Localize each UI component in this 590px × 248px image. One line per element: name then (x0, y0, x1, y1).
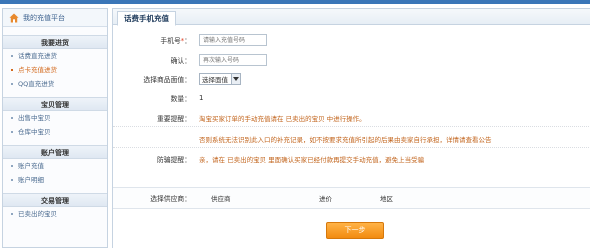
supplier-col-region: 地区 (380, 195, 393, 203)
sidebar-home-link[interactable]: 我的充值平台 (3, 9, 107, 27)
phone-label: 手机号*： (113, 35, 195, 45)
sidebar-item-on-sale[interactable]: 出售中宝贝 (3, 111, 107, 125)
sidebar-item-label: 已卖出的宝贝 (18, 210, 57, 218)
quantity-value: 1 (199, 94, 204, 102)
supplier-col-price: 进价 (319, 195, 332, 203)
top-bar (0, 0, 590, 4)
important-row: 重要提醒： 淘宝买家订单的手动充值请在 已卖出的宝贝 中进行操作。 (113, 113, 590, 123)
sidebar-section-title-account: 账户管理 (3, 145, 107, 159)
sidebar-section-title-purchase: 我要进货 (3, 35, 107, 49)
sidebar-item-label: 话费直充进货 (18, 52, 57, 60)
face-value-row: 选择商品面值： 选择面值 (113, 73, 590, 85)
main-panel: 话费手机充值 手机号*： 确认： 选择商品面值： 选择面值 数量： 1 重要提醒… (112, 8, 590, 248)
supplier-label: 选择供应商： (150, 195, 191, 203)
phone-row: 手机号*： (113, 34, 590, 46)
sidebar-item-in-warehouse[interactable]: 仓库中宝贝 (3, 125, 107, 139)
tab-phone-recharge[interactable]: 话费手机充值 (117, 11, 176, 26)
quantity-label: 数量： (170, 95, 191, 103)
bullet-icon (11, 69, 13, 71)
phone-label-colon: ： (184, 37, 191, 45)
supplier-col-name: 供应商 (211, 195, 231, 203)
separator (113, 126, 590, 127)
sidebar-section-title-trade: 交易管理 (3, 193, 107, 207)
confirm-row: 确认： (113, 54, 590, 66)
quantity-row: 数量： 1 (113, 93, 590, 103)
sidebar-item-phone-recharge[interactable]: 话费直充进货 (3, 49, 107, 63)
face-value-selected: 选择面值 (202, 76, 228, 84)
sidebar-item-label: 账户明细 (18, 176, 44, 184)
sidebar-item-label: 账户充值 (18, 162, 44, 170)
important-label: 重要提醒： (157, 115, 191, 123)
sidebar-item-qq-recharge[interactable]: QQ直充进货 (3, 77, 107, 91)
bullet-icon (11, 83, 13, 85)
sidebar-item-account-recharge[interactable]: 账户充值 (3, 159, 107, 173)
tab-bar: 话费手机充值 (113, 9, 590, 26)
supplier-row: 选择供应商： 供应商 进价 地区 (113, 187, 590, 209)
sidebar: 我的充值平台 我要进货 话费直充进货 点卡充值进货 QQ直充进货 宝贝管理 出售… (2, 8, 108, 248)
next-button[interactable]: 下一步 (326, 222, 384, 239)
phone-label-text: 手机号 (160, 37, 181, 45)
fraud-note: 亲，请在 已卖出的宝贝 里面确认买家已经付款再提交手动充值，避免上当受骗 (199, 156, 425, 164)
separator (113, 147, 590, 148)
sidebar-item-card-recharge[interactable]: 点卡充值进货 (3, 63, 107, 77)
bullet-icon (11, 179, 13, 181)
sidebar-section-title-items: 宝贝管理 (3, 97, 107, 111)
phone-input[interactable] (199, 34, 267, 46)
fraud-row: 防骗提醒： 亲，请在 已卖出的宝贝 里面确认买家已经付款再提交手动充值，避免上当… (113, 154, 590, 164)
confirm-phone-input[interactable] (199, 54, 267, 66)
sidebar-item-sold-items[interactable]: 已卖出的宝贝 (3, 207, 107, 221)
sidebar-item-label: 点卡充值进货 (18, 66, 57, 74)
important-row-2: 否则系统无法识别此入口的补充记录，如不按要求充值所引起的后果由卖家自行承担，详情… (113, 134, 590, 144)
face-value-select[interactable]: 选择面值 (199, 73, 241, 85)
chevron-down-icon (231, 74, 240, 84)
sidebar-home-label: 我的充值平台 (23, 13, 65, 22)
sidebar-item-account-details[interactable]: 账户明细 (3, 173, 107, 187)
bullet-icon (11, 213, 13, 215)
face-value-label: 选择商品面值： (143, 76, 191, 84)
fraud-label: 防骗提醒： (157, 156, 191, 164)
important-note-1: 淘宝买家订单的手动充值请在 已卖出的宝贝 中进行操作。 (199, 115, 366, 123)
bullet-icon (11, 55, 13, 57)
important-note-2: 否则系统无法识别此入口的补充记录，如不按要求充值所引起的后果由卖家自行承担，详情… (199, 136, 492, 144)
home-icon (9, 13, 19, 23)
confirm-label: 确认： (170, 57, 191, 65)
sidebar-item-label: 出售中宝贝 (18, 114, 51, 122)
sidebar-item-label: 仓库中宝贝 (18, 128, 51, 136)
sidebar-item-label: QQ直充进货 (18, 80, 55, 88)
bullet-icon (11, 117, 13, 119)
bullet-icon (11, 131, 13, 133)
bullet-icon (11, 165, 13, 167)
